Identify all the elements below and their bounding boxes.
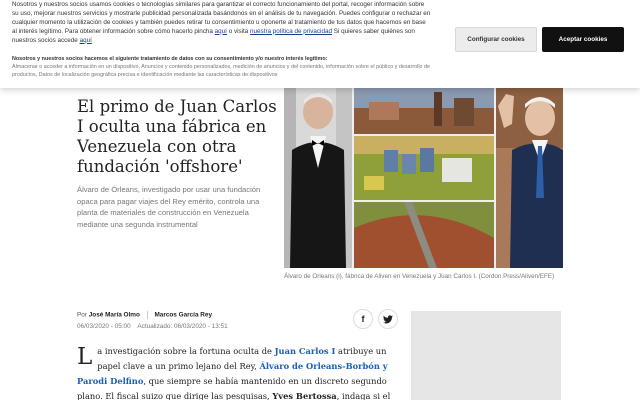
share-facebook-button[interactable]: f	[353, 309, 373, 329]
body-link[interactable]: Juan Carlos I	[275, 346, 336, 356]
partners-link[interactable]: aquí	[80, 37, 92, 44]
privacy-policy-link[interactable]: nuestra política de privacidad	[250, 28, 332, 35]
photo-caption: Álvaro de Orleans (i), fábrica de Aliven…	[284, 273, 555, 280]
share-twitter-button[interactable]	[378, 309, 398, 329]
cookie-text-3: o visita	[228, 27, 249, 35]
drop-cap: L	[77, 344, 93, 370]
photo-collage	[284, 88, 563, 268]
cookie-link-aqui[interactable]: aquí	[215, 28, 227, 35]
article-dates: 06/03/2020 - 05:00 Actualizado: 06/03/20…	[77, 323, 228, 330]
published-date: 06/03/2020 - 05:00	[77, 323, 131, 330]
cookie-legitimate-interest: Nosotros y nuestros socios hacemos el si…	[12, 55, 444, 79]
accept-cookies-button[interactable]: Aceptar cookies	[542, 27, 624, 52]
article-photo	[284, 88, 563, 268]
body-bold: Yves Bertossa	[272, 391, 337, 400]
article-body: L a investigación sobre la fortuna ocult…	[77, 344, 397, 400]
author-link[interactable]: Marcos García Rey	[154, 312, 212, 319]
byline-prefix: Por	[77, 311, 87, 319]
ad-placeholder	[411, 311, 561, 400]
byline-separator	[146, 311, 148, 319]
updated-date: Actualizado: 06/03/2020 - 13:51	[137, 323, 228, 330]
body-text: a investigación sobre la fortuna oculta …	[97, 346, 272, 356]
article-subheadline: Álvaro de Órleans, investigado por usar …	[77, 185, 261, 229]
facebook-icon: f	[361, 314, 365, 324]
legit-text: Almacenar o acceder a información en un …	[12, 64, 431, 78]
cookie-banner: Nosotros y nuestros socios usamos cookie…	[0, 0, 640, 88]
article-headline: El primo de Juan Carlos I oculta una fáb…	[77, 97, 277, 176]
twitter-icon	[383, 315, 393, 324]
legit-title: Nosotros y nuestros socios hacemos el si…	[12, 56, 328, 62]
configure-cookies-button[interactable]: Configurar cookies	[455, 27, 537, 52]
author-link[interactable]: José María Olmo	[89, 312, 140, 319]
cookie-text: Nosotros y nuestros socios usamos cookie…	[12, 1, 432, 46]
byline: Por José María Olmo Marcos García Rey	[77, 311, 212, 319]
